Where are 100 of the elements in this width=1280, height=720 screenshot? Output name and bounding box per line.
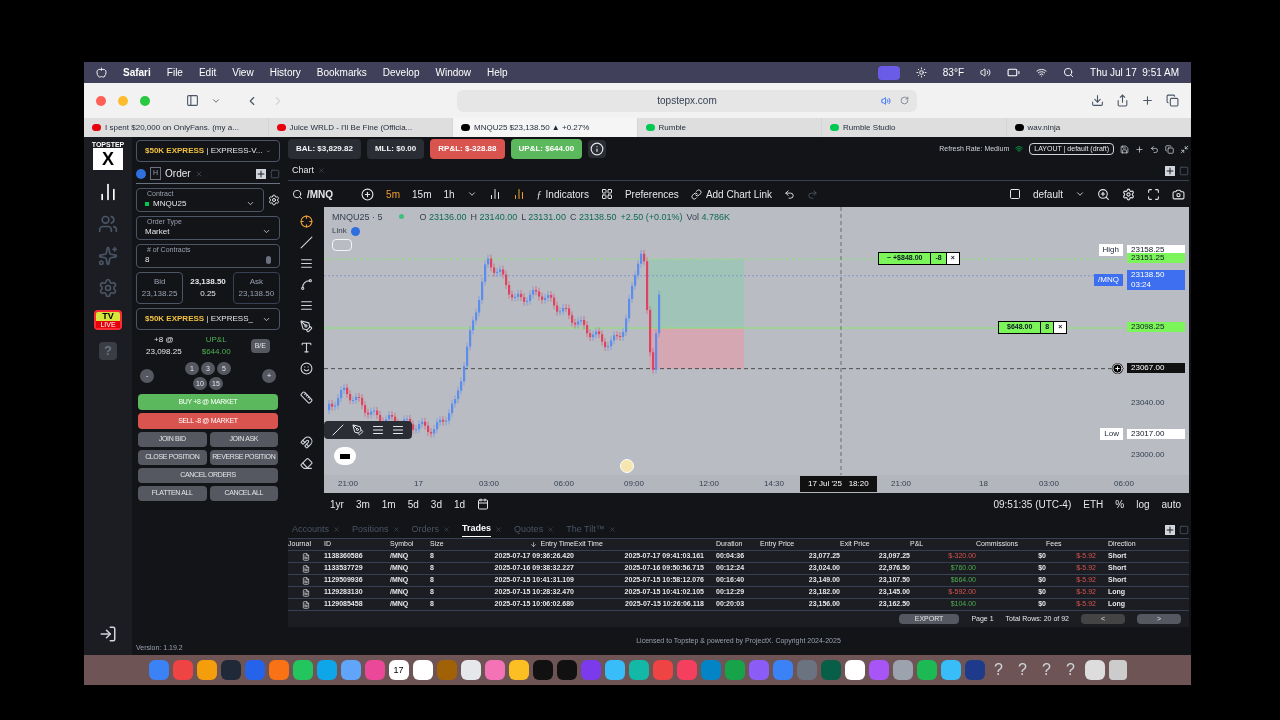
sidebar-icon[interactable]	[186, 94, 199, 107]
fx-icon[interactable]: ƒ	[536, 186, 542, 202]
interval-tab[interactable]: 15m	[412, 186, 432, 202]
pattern-icon[interactable]	[299, 278, 313, 291]
add-symbol-icon[interactable]	[361, 187, 375, 201]
app-icon[interactable]	[604, 660, 625, 680]
add-icon[interactable]	[1135, 144, 1144, 154]
add-icon[interactable]	[1165, 165, 1175, 176]
search-icon[interactable]	[292, 188, 303, 200]
lines-icon[interactable]	[299, 257, 313, 270]
collapse-icon[interactable]	[1180, 144, 1189, 154]
order-tab[interactable]: Order	[165, 166, 191, 181]
crosshair-icon[interactable]	[299, 215, 313, 228]
calendar-app-icon[interactable]: 17	[388, 660, 409, 680]
session-button[interactable]: ETH	[1083, 496, 1104, 512]
percent-button[interactable]: %	[1115, 496, 1125, 512]
lines-icon[interactable]	[392, 424, 404, 436]
app-icon[interactable]	[844, 660, 865, 680]
save-icon[interactable]	[1120, 144, 1129, 154]
journal-icon[interactable]	[302, 552, 310, 561]
weather-icon[interactable]	[915, 67, 927, 78]
link-icon[interactable]	[690, 188, 702, 200]
menu-item[interactable]: Edit	[198, 65, 217, 80]
add-alert-icon[interactable]	[1112, 362, 1123, 374]
range-button[interactable]: 5d	[407, 496, 419, 512]
undo-icon[interactable]	[784, 188, 796, 200]
grid-icon[interactable]	[600, 188, 613, 200]
app-menu[interactable]: Safari	[123, 65, 151, 80]
increase-button[interactable]: +	[262, 369, 276, 383]
menu-item[interactable]: File	[166, 65, 183, 80]
range-button[interactable]: 3d	[430, 496, 442, 512]
download-icon[interactable]	[1091, 94, 1104, 107]
share-icon[interactable]	[1116, 94, 1129, 107]
symbol-field[interactable]: /MNQ	[307, 186, 334, 202]
stepper-icon[interactable]	[266, 255, 271, 264]
panel-tab[interactable]: Trades	[462, 522, 492, 537]
audio-icon[interactable]	[881, 95, 891, 106]
unknown-app-icon[interactable]: ?	[1036, 660, 1057, 680]
eraser-icon[interactable]	[299, 457, 313, 470]
magnet-icon[interactable]	[299, 436, 313, 449]
log-button[interactable]: log	[1136, 496, 1150, 512]
menu-item[interactable]: Develop	[382, 65, 420, 80]
app-icon[interactable]	[508, 660, 529, 680]
ask-box[interactable]: Ask 23,138.50	[232, 272, 280, 304]
menu-item[interactable]: Help	[487, 65, 508, 80]
app-icon[interactable]	[628, 660, 649, 680]
logout-icon[interactable]	[99, 625, 117, 643]
apple-icon[interactable]	[96, 67, 107, 78]
indicators-button[interactable]: Indicators	[545, 186, 589, 202]
menu-item[interactable]: View	[232, 65, 254, 80]
bars-icon[interactable]	[488, 188, 501, 200]
add-chart-link-button[interactable]: Add Chart Link	[705, 186, 773, 202]
interval-tab[interactable]: 1h	[443, 186, 455, 202]
fullscreen-icon[interactable]	[1147, 187, 1160, 201]
add-icon[interactable]	[256, 168, 266, 179]
text-icon[interactable]	[299, 341, 313, 354]
position-line[interactable]	[324, 327, 1124, 329]
menu-item[interactable]: History	[269, 65, 301, 80]
brush-icon[interactable]	[299, 320, 313, 333]
journal-icon[interactable]	[302, 576, 310, 585]
range-button[interactable]: 1d	[453, 496, 466, 512]
clock[interactable]: Thu Jul 17 9:51 AM	[1090, 65, 1179, 80]
range-button[interactable]: 3m	[355, 496, 370, 512]
preferences-button[interactable]: Preferences	[624, 186, 679, 202]
layout-icon[interactable]	[1008, 188, 1021, 200]
order-line[interactable]	[324, 258, 1124, 260]
new-tab-icon[interactable]	[1141, 94, 1154, 107]
menu-item[interactable]: Window	[435, 65, 472, 80]
windows-icon[interactable]	[1165, 144, 1174, 154]
folder-icon[interactable]	[1084, 660, 1105, 680]
menu-item[interactable]: Bookmarks	[316, 65, 367, 80]
app-icon[interactable]	[292, 660, 313, 680]
layout-name-select[interactable]: default	[1032, 186, 1063, 202]
app-icon[interactable]	[196, 660, 217, 680]
wifi-icon[interactable]	[1036, 67, 1048, 78]
battery-icon[interactable]	[1007, 66, 1021, 79]
app-icon[interactable]	[412, 660, 433, 680]
unknown-app-icon[interactable]: ?	[1012, 660, 1033, 680]
reset-icon[interactable]	[1150, 144, 1159, 154]
add-icon[interactable]	[1165, 524, 1175, 535]
range-button[interactable]: 1m	[381, 496, 396, 512]
app-icon[interactable]	[556, 660, 577, 680]
tabs-overview-icon[interactable]	[1166, 94, 1179, 107]
lines-icon[interactable]	[372, 424, 384, 436]
close-window-button[interactable]	[96, 95, 106, 106]
trash-icon[interactable]	[1108, 660, 1127, 680]
account-selector[interactable]: $50K EXPRESS | EXPRESS-V...	[136, 140, 280, 162]
smile-icon[interactable]	[299, 362, 313, 375]
trend-line-icon[interactable]	[299, 236, 313, 249]
date-range-icon[interactable]	[477, 498, 490, 510]
decrease-button[interactable]: -	[140, 369, 154, 383]
auto-button[interactable]: auto	[1161, 496, 1181, 512]
bid-box[interactable]: Bid 23,138.25	[136, 272, 184, 304]
info-icon[interactable]	[588, 140, 607, 158]
chart-tab[interactable]: Chart	[288, 163, 318, 178]
zoom-icon[interactable]	[1097, 187, 1110, 201]
app-icon[interactable]	[460, 660, 481, 680]
line-icon[interactable]	[332, 424, 344, 436]
browser-tab[interactable]: MNQU25 $23,138.50 ▲ +0.27%	[453, 118, 638, 137]
app-icon[interactable]	[940, 660, 961, 680]
